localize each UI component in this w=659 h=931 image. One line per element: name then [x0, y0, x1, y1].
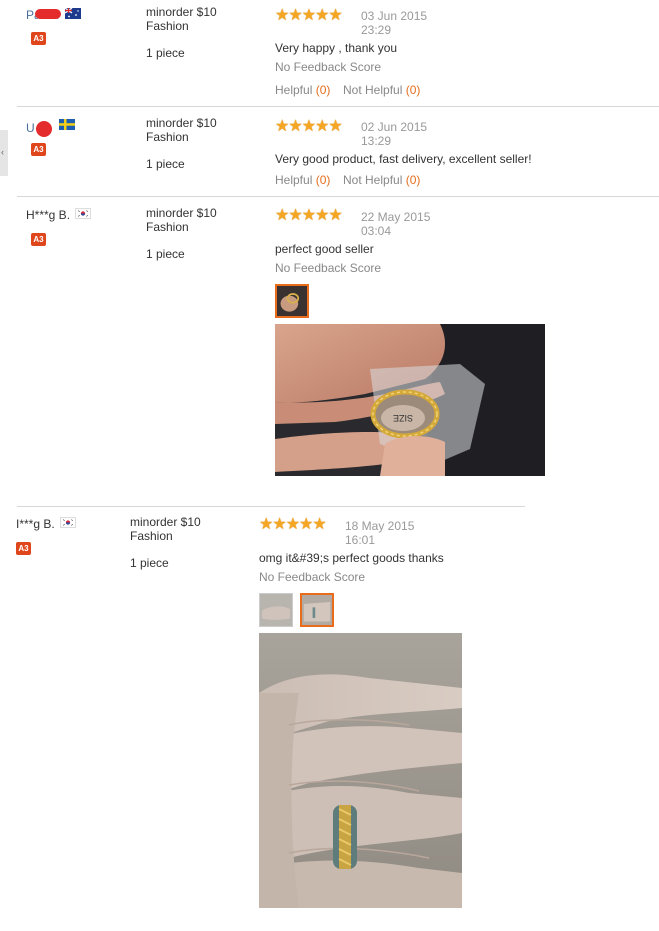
sku-line: Fashion	[146, 130, 189, 144]
star-icon: ★	[299, 516, 313, 533]
quantity: 1 piece	[146, 247, 185, 261]
sku-line: Fashion	[146, 19, 189, 33]
reviewer-name[interactable]: I***g B.	[16, 517, 77, 531]
review-comment: Very happy , thank you	[275, 41, 398, 55]
name-redaction	[36, 121, 52, 137]
not-helpful-vote[interactable]: Not Helpful (0)	[343, 173, 420, 187]
sku-line: Fashion	[146, 220, 189, 234]
review-photo-thumbnail[interactable]	[275, 284, 309, 318]
star-icon: ★	[285, 516, 300, 533]
review-date: 22 May 2015 03:04	[361, 210, 431, 238]
review-photo-thumbnail[interactable]	[259, 593, 293, 627]
review-date: 18 May 2015 16:01	[345, 519, 415, 547]
review-item: U l. A3 minorder $10 Fashion 1 piece ★★★…	[0, 107, 659, 197]
star-icon: ★	[288, 207, 302, 224]
star-icon: ★	[315, 7, 329, 24]
star-icon: ★	[288, 118, 302, 135]
star-icon: ★	[328, 118, 342, 135]
star-icon: ★	[275, 207, 289, 224]
review-item: H***g B. A3 minorder $10 Fashion 1 piece…	[0, 197, 659, 507]
star-icon: ★	[315, 118, 329, 135]
star-icon: ★	[315, 207, 329, 224]
star-icon: ★	[275, 118, 289, 135]
not-helpful-vote[interactable]: Not Helpful (0)	[343, 83, 420, 97]
feedback-score: No Feedback Score	[259, 570, 366, 584]
quantity: 1 piece	[130, 556, 169, 570]
quantity: 1 piece	[146, 157, 185, 171]
star-icon: ★	[328, 7, 342, 24]
flag-icon	[60, 517, 77, 528]
review-date: 02 Jun 2015 13:29	[361, 120, 428, 148]
svg-text:SIZE: SIZE	[393, 413, 413, 423]
star-icon: ★	[328, 207, 342, 224]
flag-icon	[75, 208, 92, 219]
rating-stars: ★★★★★	[275, 7, 343, 24]
review-photo-thumbnail[interactable]	[300, 593, 334, 627]
star-icon: ★	[301, 7, 316, 24]
review-photo	[259, 633, 462, 908]
star-icon: ★	[272, 516, 286, 533]
flag-icon	[58, 119, 75, 130]
feedback-score: No Feedback Score	[275, 60, 382, 74]
flag-icon	[64, 8, 81, 19]
rating-stars: ★★★★★	[275, 207, 343, 224]
buyer-level-badge: A3	[31, 32, 46, 45]
star-icon: ★	[275, 7, 289, 24]
review-comment: perfect good seller	[275, 242, 374, 256]
sku-info: minorder $10 Fashion	[130, 515, 201, 543]
feedback-score: No Feedback Score	[275, 261, 382, 275]
star-icon: ★	[301, 118, 316, 135]
buyer-level-badge: A3	[16, 542, 31, 555]
rating-stars: ★★★★★	[275, 118, 343, 135]
star-icon: ★	[301, 207, 316, 224]
sku-line: minorder $10	[146, 116, 217, 130]
buyer-level-badge: A3	[31, 233, 46, 246]
star-icon: ★	[288, 7, 302, 24]
review-comment: omg it&#39;s perfect goods thanks	[259, 551, 444, 565]
review-date: 03 Jun 2015 23:29	[361, 9, 428, 37]
star-icon: ★	[312, 516, 326, 533]
sku-line: minorder $10	[146, 206, 217, 220]
sku-info: minorder $10 Fashion	[146, 206, 217, 234]
sku-info: minorder $10 Fashion	[146, 5, 217, 33]
review-item: Pa H. A3 minorder $10 Fashion 1 piece ★★…	[0, 0, 659, 107]
sku-line: minorder $10	[146, 5, 217, 19]
sku-line: minorder $10	[130, 515, 201, 529]
rating-stars: ★★★★★	[259, 516, 327, 533]
sku-info: minorder $10 Fashion	[146, 116, 217, 144]
star-icon: ★	[259, 516, 273, 533]
name-redaction	[35, 9, 61, 19]
review-photo: SIZE	[275, 324, 545, 476]
buyer-level-badge: A3	[31, 143, 46, 156]
helpful-vote[interactable]: Helpful (0)	[275, 83, 330, 97]
sku-line: Fashion	[130, 529, 173, 543]
reviewer-name[interactable]: H***g B.	[26, 208, 92, 222]
helpful-vote[interactable]: Helpful (0)	[275, 173, 330, 187]
review-comment: Very good product, fast delivery, excell…	[275, 152, 532, 166]
review-item: I***g B. A3 minorder $10 Fashion 1 piece…	[0, 507, 659, 931]
quantity: 1 piece	[146, 46, 185, 60]
